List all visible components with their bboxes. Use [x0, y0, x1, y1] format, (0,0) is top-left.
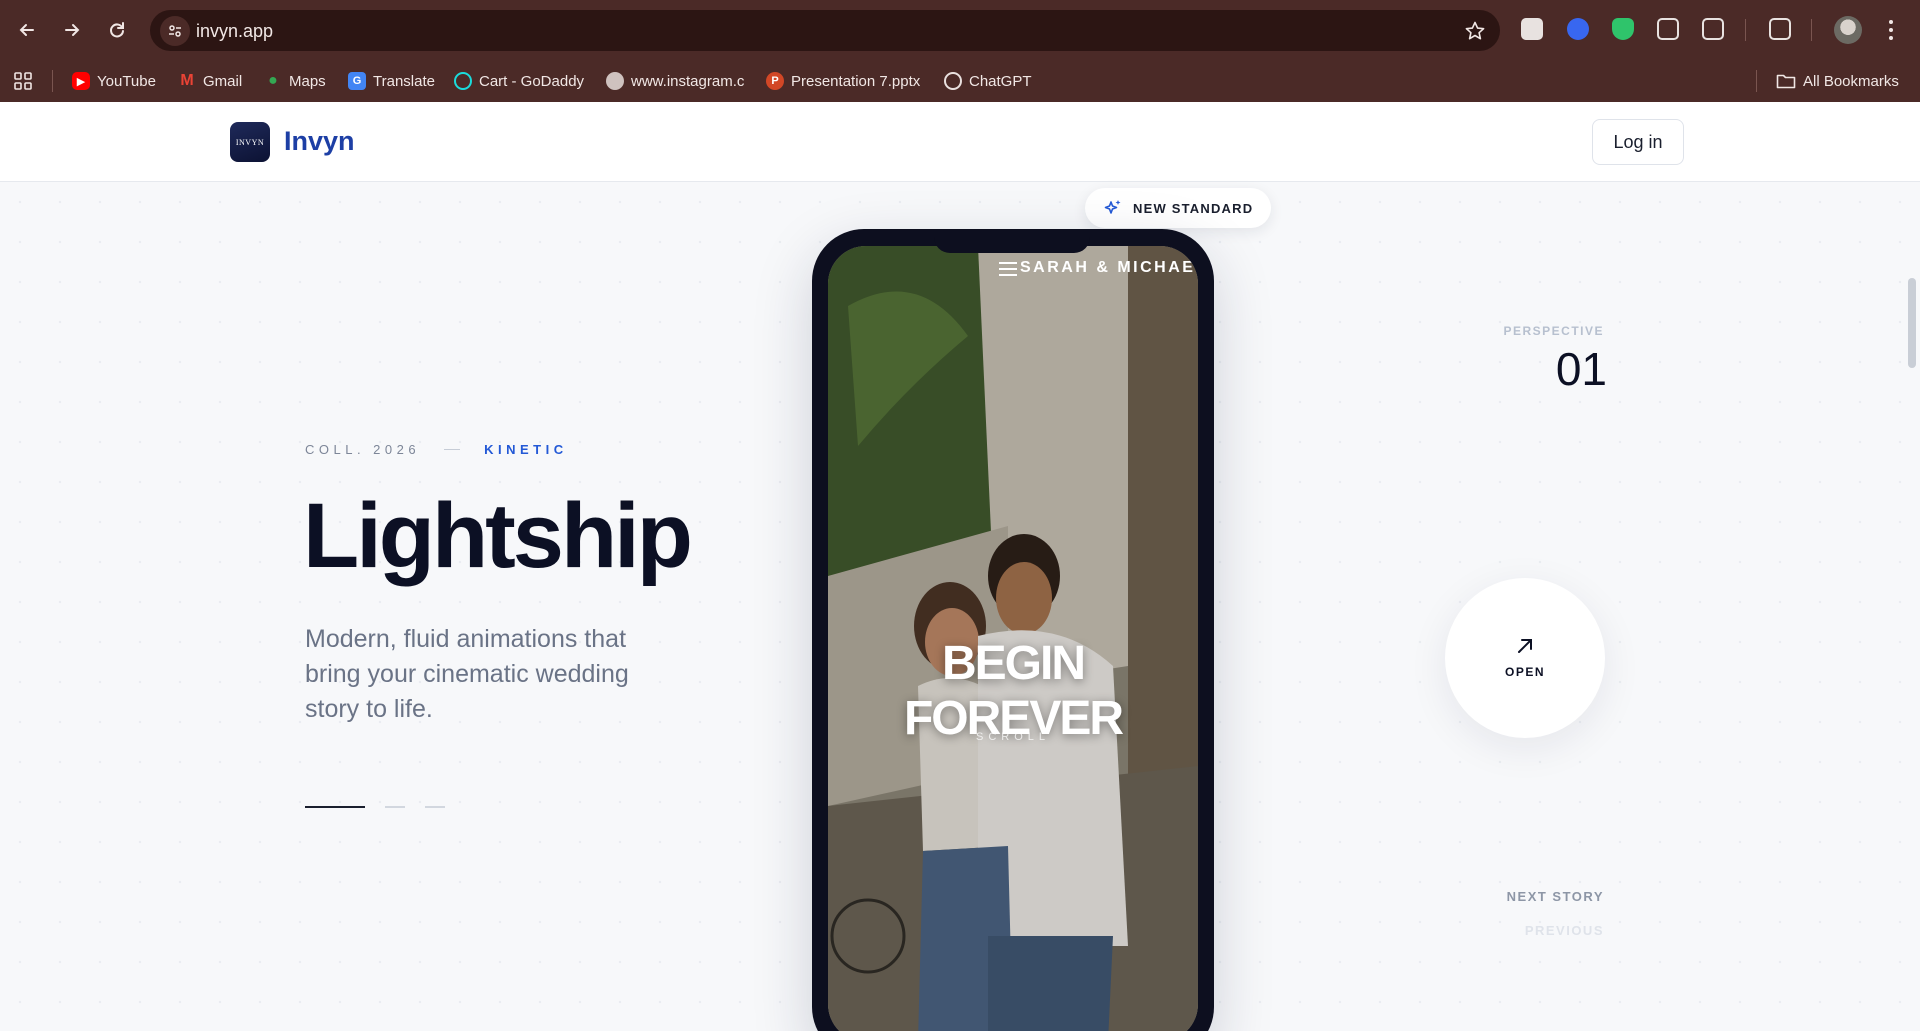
phone-mockup: SARAH & MICHAEL BEGIN FOREVER SCROLL: [812, 229, 1214, 1031]
bookmarks-bar: ▶ YouTube M Gmail ● Maps G Translate Car…: [0, 60, 1920, 102]
globe-icon: [606, 72, 624, 90]
arrow-right-icon: [65, 24, 80, 36]
slide-dot[interactable]: [385, 806, 405, 808]
bookmark-youtube[interactable]: ▶ YouTube: [72, 68, 156, 94]
bookmark-instagram[interactable]: www.instagram.c: [606, 68, 744, 94]
hero-description: Modern, fluid animations that bring your…: [305, 625, 629, 723]
badge-label: NEW STANDARD: [1133, 200, 1254, 216]
bookmark-label: YouTube: [97, 72, 156, 90]
slide-indicator: [305, 806, 445, 808]
slide-dot[interactable]: [425, 806, 445, 808]
bookmark-label: Translate: [373, 72, 435, 90]
toolbar-divider: [1745, 19, 1746, 41]
address-bar[interactable]: invyn.app: [150, 10, 1500, 51]
profile-avatar[interactable]: [1834, 16, 1862, 44]
site-info-icon[interactable]: [160, 16, 190, 46]
bookmark-label: Cart - GoDaddy: [479, 72, 585, 90]
perspective-number: 01: [1555, 343, 1607, 395]
extension-grammar-icon[interactable]: [1521, 18, 1543, 40]
phone-notch: [934, 229, 1090, 253]
godaddy-icon: [454, 72, 472, 90]
reload-button[interactable]: [101, 14, 133, 46]
bookmark-translate[interactable]: G Translate: [348, 68, 435, 94]
folder-icon: [1776, 74, 1796, 89]
bookmark-star-icon[interactable]: [1464, 20, 1486, 42]
tab-search-icon[interactable]: [1769, 18, 1791, 40]
bookmark-godaddy[interactable]: Cart - GoDaddy: [454, 68, 584, 94]
youtube-icon: ▶: [72, 72, 90, 90]
arrow-left-icon: [19, 24, 34, 36]
bookmark-gmail[interactable]: M Gmail: [178, 68, 242, 94]
collection-meta: COLL. 2026 KINETIC: [305, 442, 568, 457]
bookmark-label: Gmail: [203, 72, 243, 90]
next-story-link[interactable]: NEXT STORY: [1480, 889, 1604, 904]
open-label: OPEN: [1504, 665, 1545, 679]
open-button[interactable]: OPEN: [1445, 578, 1605, 738]
page-scrollbar[interactable]: [1908, 278, 1916, 368]
reload-icon: [110, 22, 124, 38]
meta-divider: [444, 449, 461, 450]
more-menu-icon[interactable]: [1886, 18, 1896, 42]
bookmark-label: ChatGPT: [969, 72, 1032, 90]
arrow-up-right-icon: [1518, 639, 1532, 653]
collection-label: COLL. 2026: [305, 442, 421, 457]
apps-grid-icon: [14, 72, 32, 90]
extension-record-icon[interactable]: [1567, 18, 1589, 40]
back-button[interactable]: [11, 14, 43, 46]
all-bookmarks[interactable]: All Bookmarks: [1776, 68, 1899, 94]
translate-icon: G: [348, 72, 366, 90]
bookmark-label: Maps: [289, 72, 326, 90]
maps-icon: ●: [268, 72, 278, 89]
apps-button[interactable]: [14, 68, 32, 94]
previous-story-link[interactable]: PREVIOUS: [1480, 923, 1604, 938]
phone-screen[interactable]: SARAH & MICHAEL BEGIN FOREVER SCROLL: [828, 246, 1198, 1031]
bookmark-presentation[interactable]: P Presentation 7.pptx: [766, 68, 920, 94]
extensions-puzzle-icon[interactable]: [1702, 18, 1724, 40]
slide-dot-active[interactable]: [305, 806, 365, 808]
powerpoint-icon: P: [766, 72, 784, 90]
hero-title: Lightship: [303, 485, 693, 587]
all-bookmarks-label: All Bookmarks: [1803, 72, 1899, 90]
bookmark-maps[interactable]: ● Maps: [264, 68, 326, 94]
hamburger-menu-icon[interactable]: [998, 260, 1018, 278]
login-button[interactable]: Log in: [1592, 119, 1684, 165]
bookmark-label: Presentation 7.pptx: [791, 72, 921, 90]
brand-name[interactable]: Invyn: [284, 126, 355, 157]
forward-button[interactable]: [56, 14, 88, 46]
new-standard-badge: NEW STANDARD: [1085, 188, 1271, 228]
scroll-hint: SCROLL: [975, 731, 1051, 743]
chatgpt-icon: [944, 72, 962, 90]
logo-text: INVYN: [235, 137, 265, 147]
browser-toolbar: invyn.app: [0, 0, 1920, 60]
gmail-icon: M: [180, 72, 194, 89]
sparkles-icon: [1104, 200, 1121, 214]
page-content: INVYN Invyn Log in NEW STANDARD COLL. 20…: [0, 102, 1920, 1031]
couple-names: SARAH & MICHAEL: [1020, 259, 1198, 276]
bookmarks-divider: [52, 70, 53, 92]
site-logo[interactable]: INVYN: [230, 122, 270, 162]
toolbar-divider: [1811, 19, 1812, 41]
perspective-label: PERSPECTIVE: [1503, 324, 1604, 338]
bookmark-label: www.instagram.c: [631, 72, 745, 90]
extension-copy-icon[interactable]: [1657, 18, 1679, 40]
site-header: INVYN Invyn Log in: [0, 102, 1920, 182]
url-text[interactable]: invyn.app: [196, 21, 273, 42]
bookmark-chatgpt[interactable]: ChatGPT: [944, 68, 1032, 94]
bookmarks-divider: [1756, 70, 1757, 92]
phone-headline: BEGIN FOREVER: [903, 637, 1124, 745]
browser-chrome: invyn.app ▶ YouTube M Gmail ● Maps G Tra…: [0, 0, 1920, 102]
collection-tag: KINETIC: [484, 442, 568, 457]
extension-shield-icon[interactable]: [1612, 18, 1634, 40]
